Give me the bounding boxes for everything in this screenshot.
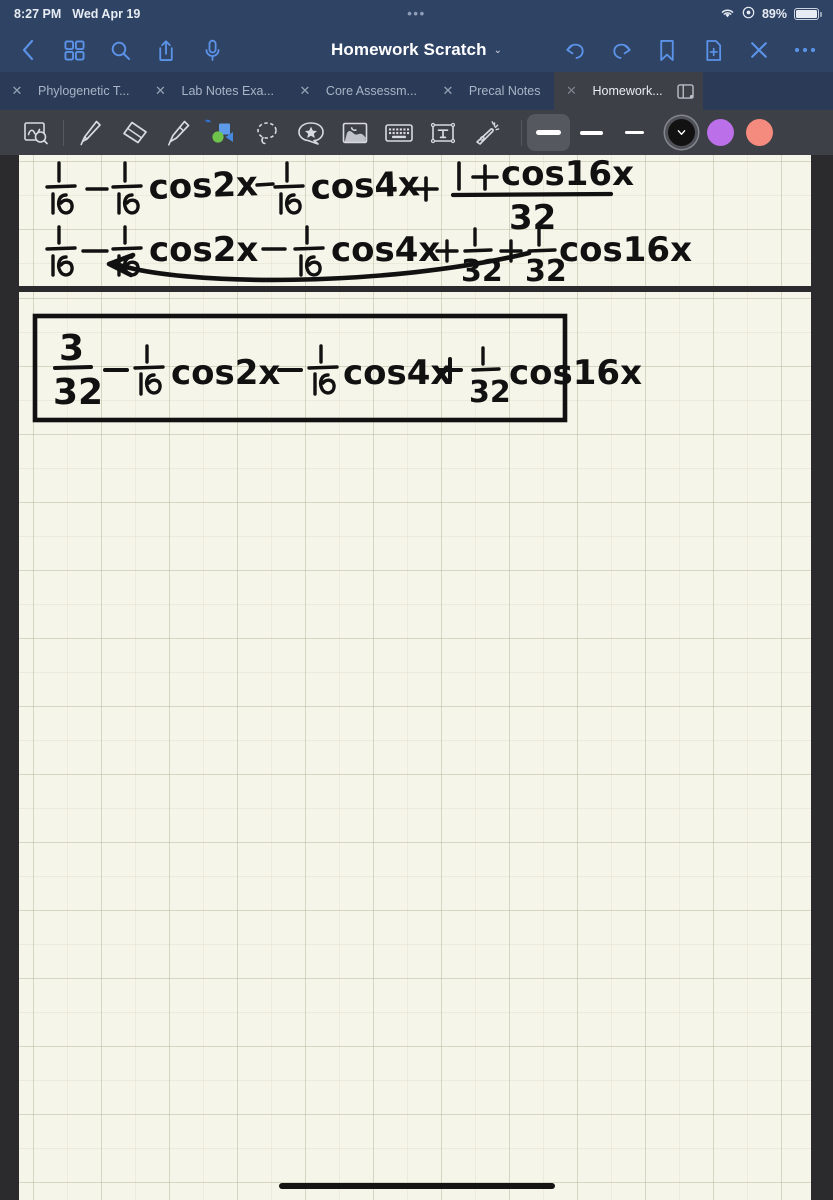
pen-tool[interactable] (69, 114, 113, 151)
battery-icon (794, 8, 822, 20)
color-black[interactable] (668, 119, 695, 146)
redo-icon[interactable] (609, 38, 633, 62)
status-bar-right: 89% (720, 6, 822, 22)
tab-label: Core Assessm... (325, 84, 417, 98)
lasso-tool[interactable] (245, 114, 289, 151)
toolbar-divider-2 (521, 119, 522, 146)
page-top-partial[interactable]: cos2x cos4x cos16x 32 cos2x cos4x 32 32 … (19, 155, 811, 289)
svg-text:32: 32 (53, 372, 103, 413)
page-title: Homework Scratch (331, 40, 487, 59)
bookmark-icon[interactable] (655, 38, 679, 62)
toolbar-divider (63, 119, 64, 146)
share-icon[interactable] (154, 38, 178, 62)
add-page-icon[interactable] (701, 38, 725, 62)
tab-label: Lab Notes Exa... (181, 84, 274, 98)
split-view-icon[interactable] (677, 83, 703, 99)
tab-lab-notes[interactable]: ✕ Lab Notes Exa... (144, 72, 288, 110)
tab-core-assessment[interactable]: ✕ Core Assessm... (288, 72, 431, 110)
tab-phylogenetic[interactable]: ✕ Phylogenetic T... (0, 72, 144, 110)
drawing-toolbar: ⌁ (0, 110, 833, 155)
tab-close-button[interactable]: ✕ (554, 83, 588, 99)
chevron-down-icon[interactable]: ⌄ (494, 45, 502, 56)
svg-text:cos4x: cos4x (310, 164, 421, 208)
search-icon[interactable] (108, 38, 132, 62)
tab-precal-notes[interactable]: ✕ Precal Notes (431, 72, 555, 110)
color-purple[interactable] (707, 119, 734, 146)
undo-icon[interactable] (563, 38, 587, 62)
equation-line-1: cos2x cos4x cos16x 32 (19, 155, 634, 238)
nav-left-group (16, 38, 224, 62)
svg-text:cos16x: cos16x (501, 155, 634, 194)
wifi-icon (720, 7, 735, 22)
shapes-tool[interactable]: ⌁ (201, 114, 245, 151)
dynamic-island-dots: ••• (407, 6, 426, 21)
tab-label: Precal Notes (468, 84, 541, 98)
media-tool[interactable] (333, 114, 377, 151)
tab-close-button[interactable]: ✕ (431, 83, 465, 99)
page-main[interactable]: 3 32 cos2x cos4x 32 cos16x (19, 292, 811, 1200)
svg-text:32: 32 (525, 254, 567, 289)
navigation-bar: Homework Scratch ⌄ (0, 28, 833, 72)
nav-right-group (563, 38, 817, 62)
svg-text:cos2x: cos2x (171, 353, 280, 393)
ipad-screen: 8:27 PM Wed Apr 19 ••• 89% Homework Scra… (0, 0, 833, 1200)
status-bar: 8:27 PM Wed Apr 19 ••• 89% (0, 0, 833, 28)
status-date: Wed Apr 19 (72, 7, 141, 21)
svg-text:cos2x: cos2x (148, 164, 259, 208)
status-time: 8:27 PM (14, 7, 62, 21)
tab-close-button[interactable]: ✕ (288, 83, 322, 99)
boxed-final-answer: 3 32 cos2x cos4x 32 cos16x (31, 312, 642, 428)
svg-text:32: 32 (509, 198, 556, 238)
sticker-tool[interactable] (289, 114, 333, 151)
bluetooth-icon: ⌁ (205, 116, 212, 127)
svg-text:32: 32 (461, 254, 503, 289)
text-box-tool[interactable] (421, 114, 465, 151)
combine-arrow-annotation (89, 247, 549, 289)
svg-text:32: 32 (469, 375, 511, 410)
svg-text:3: 3 (59, 328, 84, 369)
back-chevron-icon[interactable] (16, 38, 40, 62)
notebook-canvas[interactable]: cos2x cos4x cos16x 32 cos2x cos4x 32 32 … (0, 155, 833, 1200)
svg-text:cos16x: cos16x (559, 230, 692, 270)
grid-library-icon[interactable] (62, 38, 86, 62)
tab-close-button[interactable]: ✕ (0, 83, 34, 99)
focus-icon (742, 6, 755, 22)
magic-eraser-tool[interactable] (465, 114, 509, 151)
battery-percent: 89% (761, 7, 787, 21)
tab-label: Homework... (592, 84, 663, 98)
tab-bar: ✕ Phylogenetic T... ✕ Lab Notes Exa... ✕… (0, 72, 833, 110)
keyboard-tool[interactable] (377, 114, 421, 151)
more-options-icon[interactable] (793, 38, 817, 62)
tab-close-button[interactable]: ✕ (144, 83, 178, 99)
color-salmon[interactable] (746, 119, 773, 146)
equation-line-2: cos2x cos4x 32 32 cos16x (19, 213, 692, 293)
svg-text:cos4x: cos4x (331, 230, 440, 270)
line-width-thick[interactable] (527, 114, 570, 151)
home-indicator[interactable] (278, 1183, 555, 1189)
close-icon[interactable] (747, 38, 771, 62)
tab-homework-scratch[interactable]: ✕ Homework... (554, 72, 703, 110)
highlighter-tool[interactable] (157, 114, 201, 151)
eraser-tool[interactable] (113, 114, 157, 151)
svg-text:cos2x: cos2x (149, 230, 258, 270)
status-bar-left: 8:27 PM Wed Apr 19 (14, 7, 140, 21)
zoom-write-tool[interactable] (14, 114, 58, 151)
svg-text:cos16x: cos16x (509, 353, 642, 393)
line-width-medium[interactable] (570, 114, 613, 151)
line-width-thin[interactable] (613, 114, 656, 151)
tab-label: Phylogenetic T... (38, 84, 130, 98)
microphone-icon[interactable] (200, 38, 224, 62)
svg-text:cos4x: cos4x (343, 353, 452, 393)
